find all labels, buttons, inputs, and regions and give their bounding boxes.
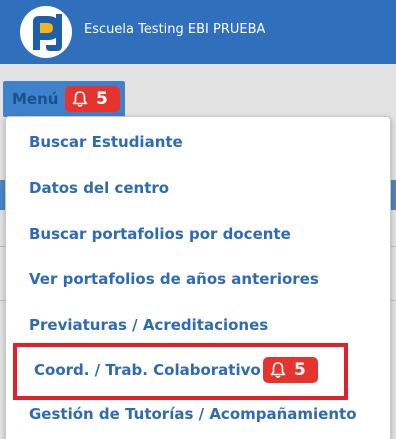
notification-count: 5 (96, 88, 108, 109)
menu-item-coord-trab-colaborativo[interactable]: Coord. / Trab. Colaborativo (34, 361, 261, 379)
menu-item-buscar-estudiante[interactable]: Buscar Estudiante (29, 133, 183, 151)
bell-icon (71, 90, 89, 108)
notification-badge[interactable]: 5 (65, 86, 120, 112)
menu-label: Menú (12, 90, 59, 108)
menu-button[interactable]: Menú 5 (3, 81, 125, 117)
menu-item-buscar-portafolios-docente[interactable]: Buscar portafolios por docente (29, 225, 291, 243)
app-header: Escuela Testing EBI PRUEBA (0, 0, 396, 64)
menu-item-previaturas-acreditaciones[interactable]: Previaturas / Acreditaciones (29, 316, 268, 334)
menu-item-datos-del-centro[interactable]: Datos del centro (29, 179, 169, 197)
pd-logo-icon[interactable] (20, 6, 72, 58)
menu-item-gestion-tutorias[interactable]: Gestión de Tutorías / Acompañamiento (29, 405, 357, 423)
bell-icon (269, 361, 287, 379)
page: Escuela Testing EBI PRUEBA Menú 5 Buscar… (0, 0, 396, 439)
notification-count: 5 (294, 359, 306, 380)
menu-item-portafolios-anos-anteriores[interactable]: Ver portafolios de años anteriores (29, 270, 319, 288)
school-name: Escuela Testing EBI PRUEBA (84, 22, 266, 37)
coord-notification-badge[interactable]: 5 (263, 357, 318, 383)
